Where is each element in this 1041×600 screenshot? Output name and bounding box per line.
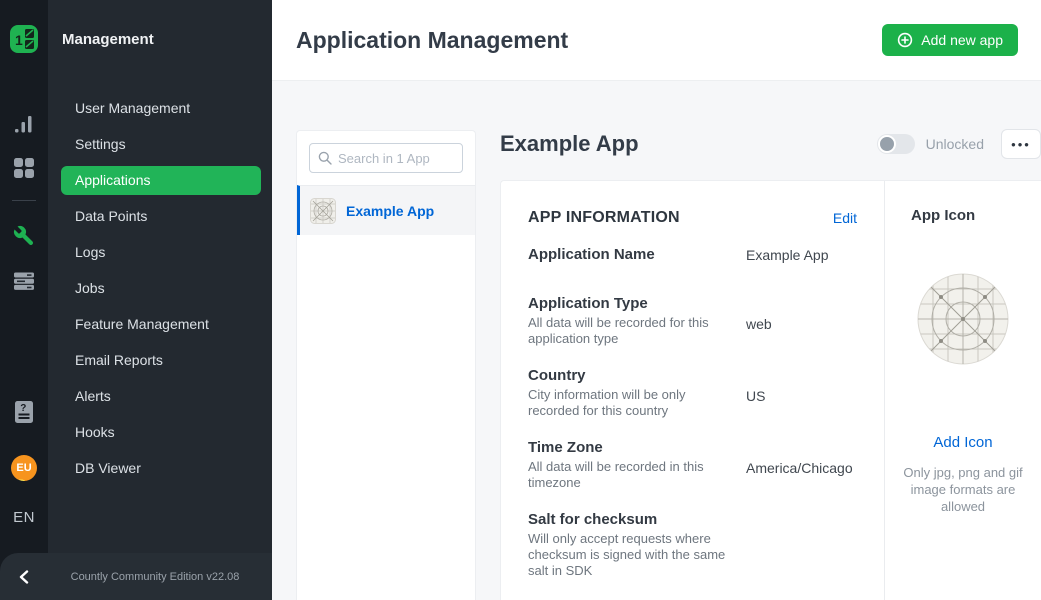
lock-toggle-knob — [878, 135, 896, 153]
country-label: Country — [528, 367, 733, 384]
info-row-application-name: Application Name Example App — [528, 246, 857, 263]
sidebar-item-feature-management[interactable]: Feature Management — [61, 310, 261, 339]
sidebar-item-user-management[interactable]: User Management — [61, 94, 261, 123]
info-row-country: Country City information will be only re… — [528, 367, 857, 419]
icon-format-caption: Only jpg, png and gif image formats are … — [896, 464, 1030, 515]
country-desc: City information will be only recorded f… — [528, 387, 733, 419]
apps-grid-icon[interactable] — [13, 157, 35, 184]
apps-list-panel: Example App — [296, 130, 476, 600]
sidebar-item-data-points[interactable]: Data Points — [61, 202, 261, 231]
sidebar-item-alerts[interactable]: Alerts — [61, 382, 261, 411]
app-information-card: APP INFORMATION Edit Application Name Ex… — [500, 180, 1041, 600]
application-name-value: Example App — [746, 246, 829, 263]
app-icon-title: App Icon — [911, 207, 975, 224]
analytics-icon[interactable] — [13, 113, 35, 140]
lock-state-label: Unlocked — [926, 136, 984, 152]
countly-logo[interactable]: 1 — [9, 24, 39, 59]
sidebar-icon-rail: 1 — [0, 0, 48, 600]
time-zone-value: America/Chicago — [746, 439, 853, 491]
app-list-item-label: Example App — [346, 203, 434, 219]
help-icon[interactable]: ? — [14, 400, 34, 429]
server-icon[interactable] — [13, 270, 35, 297]
management-wrench-icon[interactable] — [12, 224, 36, 253]
app-thumbnail-icon — [310, 198, 336, 224]
sidebar-menu: Management User Management Settings Appl… — [48, 0, 272, 600]
sidebar-section-title: Management — [62, 31, 272, 48]
page-header: Application Management Add new app — [272, 0, 1041, 81]
app-icon-placeholder — [917, 273, 1009, 370]
edit-link[interactable]: Edit — [833, 210, 857, 226]
application-type-label: Application Type — [528, 295, 733, 312]
app-icon-panel: App Icon — [885, 181, 1041, 600]
salt-for-checksum-desc: Will only accept requests where checksum… — [528, 531, 733, 579]
sidebar-item-settings[interactable]: Settings — [61, 130, 261, 159]
add-new-app-button[interactable]: Add new app — [882, 24, 1018, 56]
page-title: Application Management — [296, 27, 882, 54]
rail-divider — [12, 200, 36, 201]
sidebar: 1 — [0, 0, 272, 600]
lock-toggle[interactable] — [877, 134, 915, 154]
sidebar-item-jobs[interactable]: Jobs — [61, 274, 261, 303]
time-zone-desc: All data will be recorded in this timezo… — [528, 459, 733, 491]
user-avatar[interactable]: EU — [11, 455, 37, 481]
sidebar-item-logs[interactable]: Logs — [61, 238, 261, 267]
country-value: US — [746, 367, 765, 419]
content-area: Example App Example App Unlocked ••• APP… — [272, 81, 1041, 600]
app-information-title: APP INFORMATION — [528, 209, 833, 227]
app-list-item-example-app[interactable]: Example App — [297, 185, 475, 235]
version-label: Countly Community Edition v22.08 — [48, 571, 272, 583]
application-type-desc: All data will be recorded for this appli… — [528, 315, 733, 347]
app-detail-header: Example App Unlocked ••• — [500, 127, 1041, 161]
main-area: Application Management Add new app — [272, 0, 1041, 600]
language-selector[interactable]: EN — [13, 509, 35, 526]
add-new-app-label: Add new app — [921, 32, 1003, 48]
info-row-salt-for-checksum: Salt for checksum Will only accept reque… — [528, 511, 857, 579]
sidebar-item-db-viewer[interactable]: DB Viewer — [61, 454, 261, 483]
info-row-time-zone: Time Zone All data will be recorded in t… — [528, 439, 857, 491]
plus-circle-icon — [897, 32, 913, 48]
app-detail: Example App Unlocked ••• APP INFORMATION… — [500, 81, 1041, 600]
application-type-value: web — [746, 295, 772, 347]
sidebar-item-hooks[interactable]: Hooks — [61, 418, 261, 447]
application-name-label: Application Name — [528, 246, 733, 263]
app-information-section: APP INFORMATION Edit Application Name Ex… — [501, 181, 885, 600]
time-zone-label: Time Zone — [528, 439, 733, 456]
sidebar-footer: Countly Community Edition v22.08 — [0, 553, 272, 600]
salt-for-checksum-label: Salt for checksum — [528, 511, 733, 528]
info-row-application-type: Application Type All data will be record… — [528, 295, 857, 347]
more-options-button[interactable]: ••• — [1001, 129, 1041, 159]
add-icon-link[interactable]: Add Icon — [933, 434, 992, 451]
sidebar-item-applications[interactable]: Applications — [61, 166, 261, 195]
svg-text:1: 1 — [15, 32, 23, 48]
sidebar-nav: User Management Settings Applications Da… — [48, 94, 272, 483]
collapse-sidebar-button[interactable] — [0, 570, 48, 584]
app-detail-title: Example App — [500, 131, 877, 157]
sidebar-item-email-reports[interactable]: Email Reports — [61, 346, 261, 375]
svg-text:?: ? — [20, 403, 26, 414]
